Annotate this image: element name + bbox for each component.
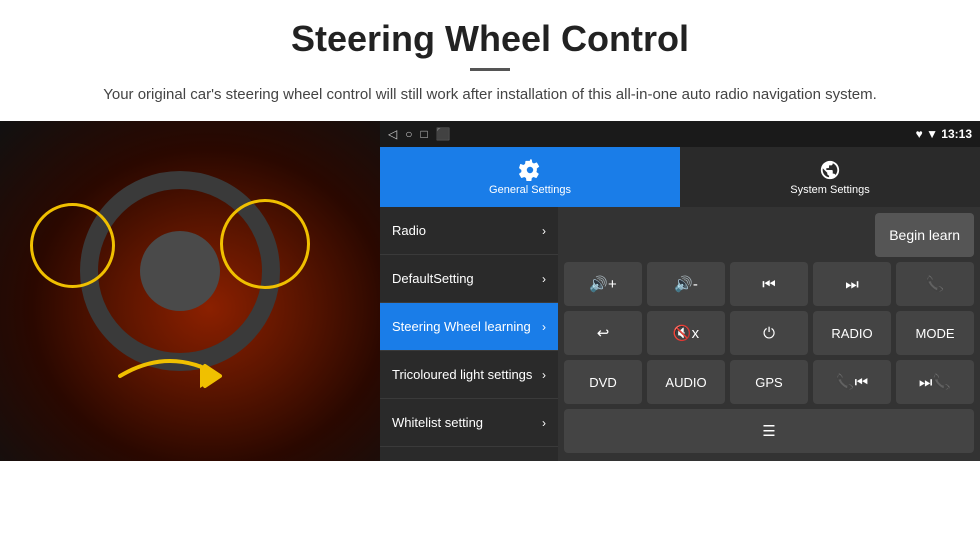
chevron-icon-whitelist: ›: [542, 416, 546, 430]
phone-next-button[interactable]: ⏭📞: [896, 360, 974, 404]
chevron-icon-default: ›: [542, 272, 546, 286]
phone-icon: 📞: [926, 275, 945, 293]
controls-row-2: ↩ 🔇x ⏻ RADIO MODE: [564, 311, 974, 355]
phone-prev-button[interactable]: 📞⏮: [813, 360, 891, 404]
volume-up-icon: 🔊+: [589, 275, 616, 293]
menu-radio-label: Radio: [392, 223, 426, 238]
phone-next-icon: ⏭📞: [919, 373, 951, 391]
mode-label: MODE: [916, 326, 955, 341]
arrow-indicator: [110, 336, 240, 421]
hang-up-icon: ↩: [597, 324, 610, 342]
mode-button[interactable]: MODE: [896, 311, 974, 355]
mute-button[interactable]: 🔇x: [647, 311, 725, 355]
chevron-icon-radio: ›: [542, 224, 546, 238]
controls-row-1: 🔊+ 🔊- ⏮ ⏭ 📞: [564, 262, 974, 306]
controls-row-3: DVD AUDIO GPS 📞⏮ ⏭📞: [564, 360, 974, 404]
globe-icon: [819, 159, 841, 181]
audio-label: AUDIO: [665, 375, 706, 390]
left-button-highlight: [30, 203, 115, 288]
tab-system-settings[interactable]: System Settings: [680, 147, 980, 207]
mute-icon: 🔇x: [673, 324, 699, 342]
settings-content: Radio › DefaultSetting › Steering Wheel …: [380, 207, 980, 461]
menu-item-default-setting[interactable]: DefaultSetting ›: [380, 255, 558, 303]
radio-label: RADIO: [831, 326, 872, 341]
tab-general-label: General Settings: [489, 184, 571, 196]
controls-row-0: Begin learn: [564, 213, 974, 257]
back-icon[interactable]: ◁: [388, 127, 397, 141]
tab-system-label: System Settings: [790, 184, 869, 196]
tab-bar: General Settings System Settings: [380, 147, 980, 207]
empty-placeholder: [564, 213, 663, 257]
power-icon: ⏻: [763, 325, 775, 342]
controls-row-4: ☰: [564, 409, 974, 453]
prev-icon: ⏮: [762, 276, 776, 293]
menu-icon-button[interactable]: ☰: [564, 409, 974, 453]
menu-item-radio[interactable]: Radio ›: [380, 207, 558, 255]
tab-general-settings[interactable]: General Settings: [380, 147, 680, 207]
menu-item-whitelist[interactable]: Whitelist setting ›: [380, 399, 558, 447]
menu-item-tricoloured[interactable]: Tricoloured light settings ›: [380, 351, 558, 399]
power-button[interactable]: ⏻: [730, 311, 808, 355]
hang-up-button[interactable]: ↩: [564, 311, 642, 355]
menu-steering-label: Steering Wheel learning: [392, 319, 531, 334]
recents-icon[interactable]: □: [420, 127, 427, 141]
volume-down-button[interactable]: 🔊-: [647, 262, 725, 306]
empty-placeholder-2: [668, 213, 767, 257]
menu-whitelist-label: Whitelist setting: [392, 415, 483, 430]
gear-icon: [519, 159, 541, 181]
chevron-icon-steering: ›: [542, 320, 546, 334]
menu-default-label: DefaultSetting: [392, 271, 474, 286]
empty-placeholder-3: [772, 213, 871, 257]
steering-wheel-image: [0, 121, 380, 461]
subtitle: Your original car's steering wheel contr…: [60, 83, 920, 107]
steering-wheel-inner: [140, 231, 220, 311]
cast-icon[interactable]: ⬛: [436, 127, 451, 141]
gps-button[interactable]: GPS: [730, 360, 808, 404]
next-icon: ⏭: [845, 276, 859, 293]
begin-learn-button[interactable]: Begin learn: [875, 213, 974, 257]
right-button-highlight: [220, 199, 310, 289]
page-title: Steering Wheel Control: [60, 18, 920, 60]
left-menu: Radio › DefaultSetting › Steering Wheel …: [380, 207, 558, 461]
radio-button[interactable]: RADIO: [813, 311, 891, 355]
dvd-label: DVD: [589, 375, 616, 390]
volume-up-button[interactable]: 🔊+: [564, 262, 642, 306]
menu-item-steering-wheel[interactable]: Steering Wheel learning ›: [380, 303, 558, 351]
home-icon[interactable]: ○: [405, 127, 412, 141]
android-ui: ◁ ○ □ ⬛ ♥ ▼ 13:13 General Settings: [380, 121, 980, 461]
top-section: Steering Wheel Control Your original car…: [0, 0, 980, 121]
phone-button[interactable]: 📞: [896, 262, 974, 306]
clock: 13:13: [941, 127, 972, 141]
prev-track-button[interactable]: ⏮: [730, 262, 808, 306]
gps-label: GPS: [755, 375, 782, 390]
content-row: ◁ ○ □ ⬛ ♥ ▼ 13:13 General Settings: [0, 121, 980, 461]
title-divider: [470, 68, 510, 71]
phone-prev-icon: 📞⏮: [836, 373, 868, 391]
audio-button[interactable]: AUDIO: [647, 360, 725, 404]
status-nav-icons: ◁ ○ □ ⬛: [388, 127, 451, 141]
menu-tricoloured-label: Tricoloured light settings: [392, 367, 532, 382]
hamburger-icon: ☰: [762, 422, 775, 440]
status-bar: ◁ ○ □ ⬛ ♥ ▼ 13:13: [380, 121, 980, 147]
right-controls-panel: Begin learn 🔊+ 🔊- ⏮ ⏭: [558, 207, 980, 461]
status-time: ♥ ▼ 13:13: [916, 127, 972, 141]
chevron-icon-tricoloured: ›: [542, 368, 546, 382]
volume-down-icon: 🔊-: [674, 275, 698, 293]
signal-icon: ♥ ▼: [916, 127, 942, 141]
next-track-button[interactable]: ⏭: [813, 262, 891, 306]
dvd-button[interactable]: DVD: [564, 360, 642, 404]
